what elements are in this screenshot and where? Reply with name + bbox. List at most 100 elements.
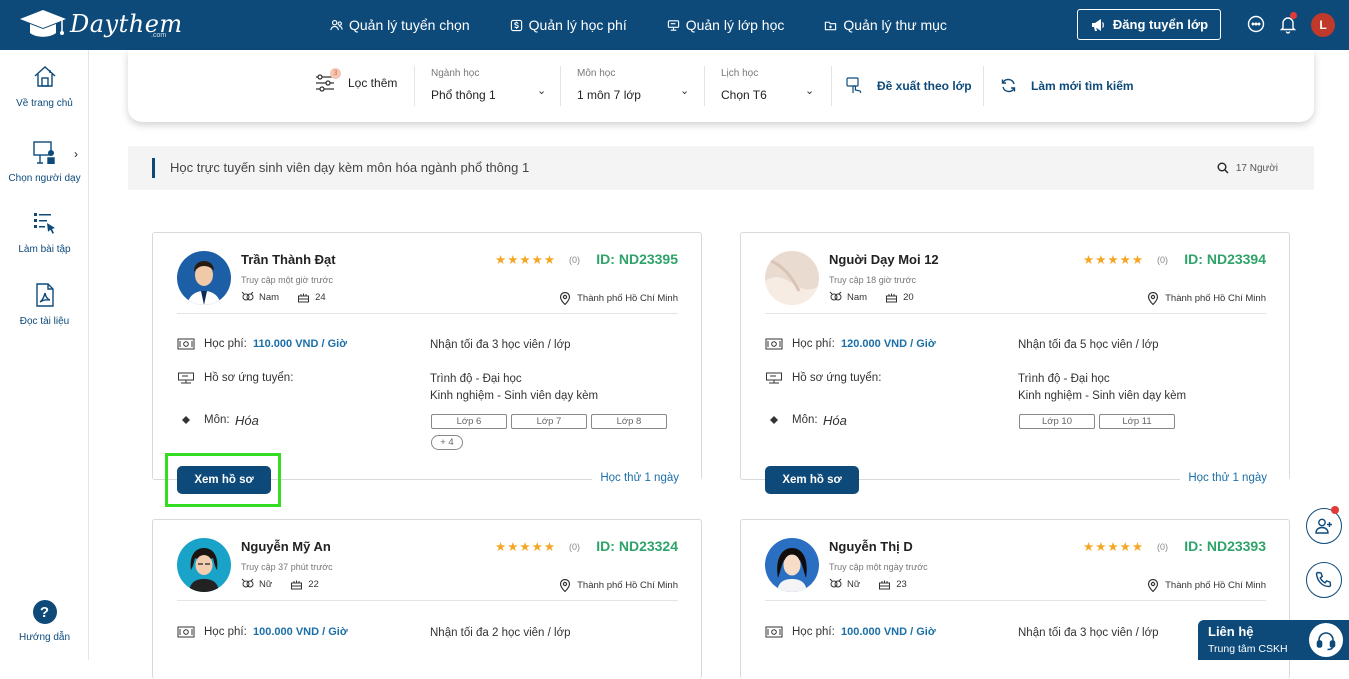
subject-label: Môn:: [177, 414, 230, 426]
major-select-value: Phổ thông 1: [431, 88, 496, 102]
gender: Nam: [259, 291, 280, 303]
grade-tag: Lớp 6: [431, 414, 507, 429]
age: 23: [896, 578, 907, 590]
nav-folders[interactable]: Quản lý thư mục: [824, 17, 947, 33]
tutor-photo[interactable]: [765, 538, 819, 592]
grade-tag: Lớp 10: [1019, 414, 1095, 429]
cake-icon: [879, 580, 891, 590]
nav-recruitment[interactable]: Quản lý tuyển chọn: [330, 17, 470, 33]
rating-stars: ★★★★★: [1083, 253, 1145, 267]
tutor-name[interactable]: Nguyễn Mỹ An: [241, 539, 331, 554]
divider: [831, 66, 832, 106]
call-button[interactable]: [1306, 562, 1342, 598]
main-nav: Quản lý tuyển chọn Quản lý học phí Quản …: [330, 0, 987, 50]
cake-icon: [886, 293, 898, 303]
divider: [177, 313, 678, 314]
experience: Kinh nghiệm - Sinh viên dạy kèm: [1018, 390, 1187, 402]
tutor-name[interactable]: Nguời Dạy Moi 12: [829, 252, 939, 267]
divider: [177, 600, 678, 601]
major-select[interactable]: Ngành học Phổ thông 1 ⌄: [431, 68, 547, 102]
divider: [765, 313, 1266, 314]
top-navbar: Daythem .com Quản lý tuyển chọn Quản lý …: [0, 0, 1349, 50]
rating-stars: ★★★★★: [495, 253, 557, 267]
trial-link[interactable]: Học thử 1 ngày: [1180, 472, 1289, 484]
last-access: Truy cập 18 giờ trước: [829, 275, 917, 285]
experience: Kinh nghiệm - Sinh viên dạy kèm: [430, 390, 599, 402]
graduation-cap-icon: [20, 10, 66, 37]
level: Trình độ - Đại học: [1018, 373, 1110, 385]
tutor-photo[interactable]: [177, 251, 231, 305]
diamond-icon: [182, 416, 190, 424]
contact-title: Liên hệ: [1208, 624, 1254, 639]
tutor-card: Trần Thành Đạt Truy cập một giờ trước Na…: [152, 232, 702, 494]
fee-label-text: Học phí:: [792, 338, 835, 350]
location-pin-icon: [560, 292, 571, 305]
pdf-icon: [35, 283, 54, 307]
cake-icon: [291, 580, 303, 590]
more-filters-button[interactable]: Lọc thêm: [314, 72, 397, 94]
contact-support-widget[interactable]: Liên hệ Trung tâm CSKH: [1198, 620, 1349, 660]
tutor-meta: Nữ 23: [829, 578, 907, 590]
subject-select[interactable]: Môn học 1 môn 7 lớp ⌄: [577, 68, 693, 102]
logo[interactable]: Daythem .com: [18, 6, 183, 42]
folder-icon: [825, 21, 837, 30]
classroom-icon: [178, 372, 194, 384]
people-icon: [330, 19, 343, 30]
dollar-icon: [510, 19, 522, 31]
sidebar-item-home[interactable]: Về trang chủ: [0, 64, 89, 109]
last-access: Truy cập 37 phút trước: [241, 562, 333, 572]
divider: [765, 600, 1266, 601]
subject-select-label: Môn học: [577, 68, 616, 79]
sidebar: Về trang chủ Chọn người dạy › Làm bài tậ…: [0, 50, 89, 660]
exercise-icon: [33, 213, 55, 234]
rating-count: (0): [1157, 542, 1168, 552]
suggest-by-class-button[interactable]: Đề xuất theo lớp: [846, 77, 972, 94]
nav-label: Quản lý học phí: [528, 17, 627, 33]
tutor-name[interactable]: Nguyễn Thị D: [829, 539, 913, 554]
gender-icon: [829, 578, 842, 588]
chevron-right-icon[interactable]: ›: [74, 147, 78, 161]
location-pin-icon: [560, 579, 571, 592]
tutor-id: ID: ND23324: [596, 538, 678, 554]
location-label: Thành phố Hồ Chí Minh: [577, 293, 678, 304]
sidebar-item-exercises[interactable]: Làm bài tập: [0, 210, 89, 255]
view-profile-button[interactable]: Xem hồ sơ: [765, 466, 859, 494]
major-select-label: Ngành học: [431, 68, 480, 79]
notification-dot: [1290, 12, 1297, 19]
more-grades-tag[interactable]: + 4: [431, 435, 463, 450]
accent-bar: [152, 158, 155, 178]
nav-label: Quản lý lớp học: [685, 17, 785, 33]
avatar-female-icon: [177, 538, 231, 592]
rating-count: (0): [569, 542, 580, 552]
view-profile-button[interactable]: Xem hồ sơ: [177, 466, 271, 494]
nav-classes[interactable]: Quản lý lớp học: [667, 17, 785, 33]
sidebar-item-documents[interactable]: Đọc tài liệu: [0, 282, 89, 327]
post-class-button[interactable]: Đăng tuyển lớp: [1077, 9, 1221, 40]
avatar-placeholder-icon: [765, 251, 819, 305]
tutor-meta: Nữ 22: [241, 578, 319, 590]
tutor-name[interactable]: Trần Thành Đạt: [241, 252, 336, 267]
sidebar-item-help[interactable]: ? Hướng dẫn: [0, 600, 89, 643]
nav-fees[interactable]: Quản lý học phí: [510, 17, 627, 33]
schedule-select[interactable]: Lịch học Chọn T6 ⌄: [721, 68, 817, 102]
user-avatar[interactable]: L: [1311, 13, 1335, 37]
rating-stars: ★★★★★: [1083, 540, 1145, 554]
filter-count-badge: 3: [330, 68, 341, 79]
chevron-down-icon: ⌄: [805, 85, 815, 97]
location: Thành phố Hồ Chí Minh: [1147, 292, 1266, 305]
chevron-down-icon: ⌄: [680, 85, 690, 97]
avatar-male-icon: [177, 251, 231, 305]
tutor-photo[interactable]: [177, 538, 231, 592]
sidebar-item-choose-tutor[interactable]: Chọn người dạy: [0, 139, 89, 184]
fee-label-text: Học phí:: [204, 338, 247, 350]
classroom-icon: [667, 19, 679, 31]
tutor-photo[interactable]: [765, 251, 819, 305]
chat-icon[interactable]: [1246, 14, 1266, 34]
fee-label-text: Học phí:: [204, 626, 247, 638]
profile-label: Hồ sơ ứng tuyển:: [765, 372, 881, 384]
suggest-label: Đề xuất theo lớp: [877, 78, 972, 93]
refresh-search-button[interactable]: Làm mới tìm kiếm: [1000, 77, 1134, 94]
trial-link[interactable]: Học thử 1 ngày: [592, 472, 701, 484]
gender-icon: [241, 291, 254, 301]
phone-icon: [1315, 571, 1332, 588]
